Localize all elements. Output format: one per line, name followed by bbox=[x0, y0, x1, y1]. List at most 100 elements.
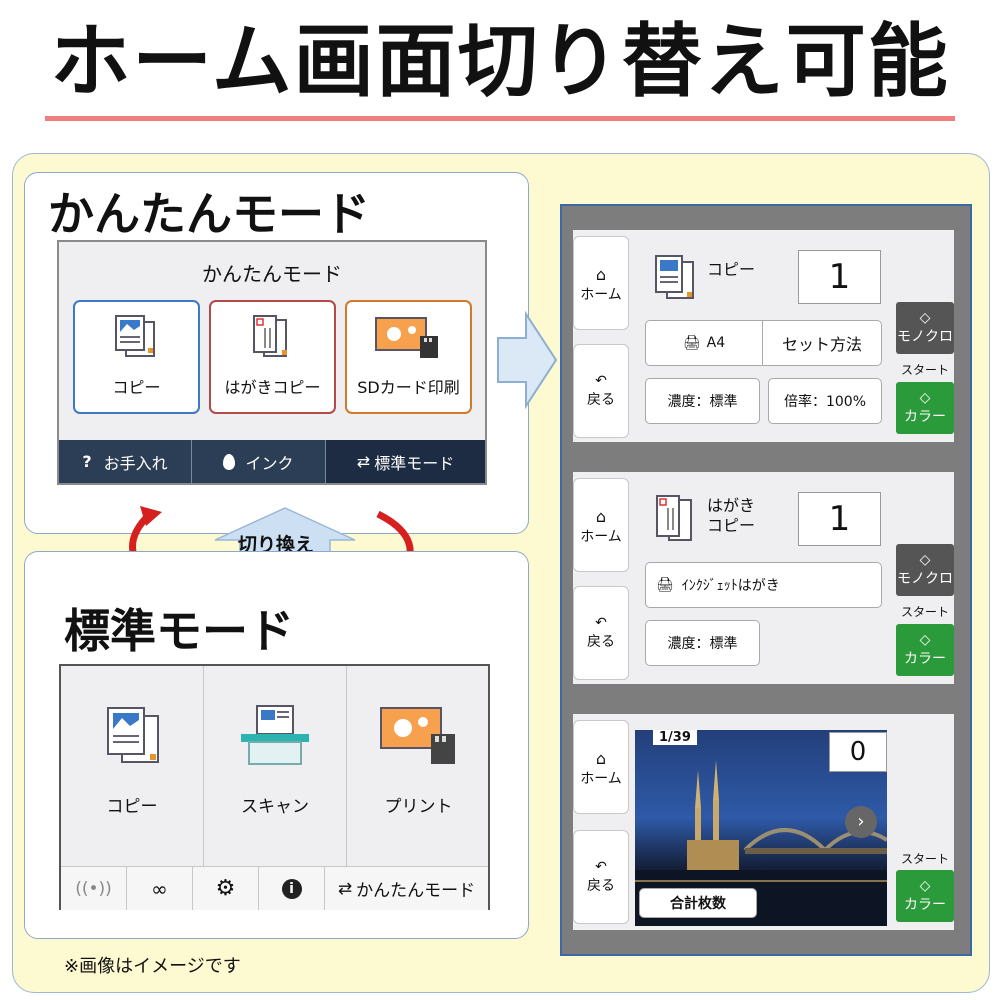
copy-icon bbox=[114, 315, 155, 357]
ink-button[interactable]: インク bbox=[192, 440, 326, 483]
color-start-button[interactable]: ◇ カラー bbox=[896, 382, 954, 434]
right-arrow-icon bbox=[497, 310, 558, 410]
density-button[interactable]: 濃度：標準 bbox=[645, 620, 760, 666]
simple-mode-label: かんたんモード bbox=[356, 881, 476, 901]
sd-card-print-tile[interactable]: SDカード印刷 bbox=[345, 300, 472, 414]
start-label: スタート bbox=[900, 363, 949, 377]
simple-mode-heading: かんたんモード bbox=[48, 187, 370, 241]
page-title: ホーム画面切り替え可能 bbox=[50, 15, 950, 108]
info-button[interactable]: i bbox=[259, 867, 325, 910]
gear-icon: ⚙ bbox=[215, 876, 236, 901]
maintenance-button[interactable]: ? お手入れ bbox=[59, 440, 192, 483]
wireless-button[interactable]: ((•)) bbox=[61, 867, 127, 910]
start-icon: ◇ bbox=[919, 632, 931, 648]
wireless-off-icon: ((•)) bbox=[75, 878, 112, 899]
back-button[interactable]: ↶ 戻る bbox=[573, 344, 629, 438]
total-count-button[interactable]: 合計枚数 bbox=[639, 888, 757, 918]
print-photo-icon bbox=[379, 707, 455, 764]
copy-screen-title: コピー bbox=[707, 260, 756, 279]
page-indicator: 1/39 bbox=[653, 730, 697, 745]
paper-type-label: ｲﾝｸｼﾞｪｯﾄはがき bbox=[681, 578, 780, 594]
home-button[interactable]: ⌂ ホーム bbox=[573, 720, 629, 814]
start-icon: ◇ bbox=[919, 390, 931, 406]
paper-size-label: A4 bbox=[706, 335, 726, 351]
paper-size-button[interactable]: 🖨 A4 bbox=[645, 320, 763, 366]
standard-mode-heading: 標準モード bbox=[64, 604, 294, 658]
set-method-button[interactable]: セット方法 bbox=[762, 320, 882, 366]
back-button[interactable]: ↶ 戻る bbox=[573, 586, 629, 680]
scan-tile[interactable]: スキャン bbox=[204, 666, 347, 866]
copy-icon bbox=[655, 255, 694, 299]
back-label: 戻る bbox=[587, 878, 615, 894]
sd-card-print-label: SDカード印刷 bbox=[357, 378, 460, 397]
postcard-copy-tile[interactable]: はがきコピー bbox=[209, 300, 336, 414]
photo-count[interactable]: 0 bbox=[829, 732, 887, 772]
back-label: 戻る bbox=[587, 392, 615, 408]
home-icon: ⌂ bbox=[595, 749, 607, 768]
copy-count[interactable]: 1 bbox=[798, 250, 881, 304]
color-label: カラー bbox=[904, 409, 946, 425]
std-copy-label: コピー bbox=[106, 797, 158, 817]
next-arrow-icon[interactable]: › bbox=[845, 806, 877, 838]
postcard-copy-icon bbox=[252, 315, 287, 357]
home-label: ホーム bbox=[580, 529, 622, 545]
mono-start-button[interactable]: ◇ モノクロ bbox=[896, 544, 954, 596]
switch-icon: ⇄ bbox=[356, 452, 371, 471]
link-icon: ∞ bbox=[151, 876, 168, 901]
standard-mode-label: 標準モード bbox=[374, 453, 455, 473]
link-button[interactable]: ∞ bbox=[127, 867, 193, 910]
start-icon: ◇ bbox=[919, 310, 931, 326]
simple-mode-button[interactable]: ⇄ かんたんモード bbox=[325, 867, 488, 910]
simple-mode-bottom-bar: ? お手入れ インク ⇄ 標準モード bbox=[59, 440, 485, 483]
copy-screen: ⌂ ホーム ↶ 戻る コピー 1 🖨 A4 セット方法 濃度：標準 倍率：100% ◇… bbox=[573, 230, 954, 442]
photo-print-screen: ⌂ ホーム ↶ 戻る 1/39 0 › 合計枚数 スタート ◇ カラー bbox=[573, 714, 954, 930]
settings-button[interactable]: ⚙ bbox=[193, 867, 259, 910]
std-copy-tile[interactable]: コピー bbox=[61, 666, 204, 866]
postcard-screen-title: はがき コピー bbox=[707, 496, 755, 536]
title-underline bbox=[45, 116, 955, 121]
back-button[interactable]: ↶ 戻る bbox=[573, 830, 629, 924]
start-icon: ◇ bbox=[919, 552, 931, 568]
back-icon: ↶ bbox=[595, 615, 607, 631]
switch-icon: ⇄ bbox=[337, 878, 353, 899]
copy-icon bbox=[107, 707, 159, 763]
home-button[interactable]: ⌂ ホーム bbox=[573, 478, 629, 572]
printer-icon: 🖨 bbox=[656, 577, 674, 593]
print-label: プリント bbox=[384, 797, 453, 817]
back-label: 戻る bbox=[587, 634, 615, 650]
question-icon: ? bbox=[82, 452, 92, 471]
standard-mode-button[interactable]: ⇄ 標準モード bbox=[326, 440, 485, 483]
home-icon: ⌂ bbox=[595, 507, 607, 526]
title-line2: コピー bbox=[707, 516, 756, 535]
mono-start-button[interactable]: ◇ モノクロ bbox=[896, 302, 954, 354]
ink-drop-icon bbox=[223, 453, 236, 470]
density-button[interactable]: 濃度：標準 bbox=[645, 378, 760, 424]
sd-photo-icon bbox=[374, 317, 438, 358]
color-label: カラー bbox=[904, 897, 946, 913]
screen-title: かんたんモード bbox=[202, 262, 342, 286]
back-icon: ↶ bbox=[595, 373, 607, 389]
home-label: ホーム bbox=[580, 287, 622, 303]
home-button[interactable]: ⌂ ホーム bbox=[573, 236, 629, 330]
start-label: スタート bbox=[900, 605, 949, 619]
start-label: スタート bbox=[900, 852, 949, 866]
copy-tile[interactable]: コピー bbox=[73, 300, 200, 414]
printer-icon: 🖨 bbox=[682, 335, 701, 351]
home-icon: ⌂ bbox=[595, 265, 607, 284]
color-start-button[interactable]: ◇ カラー bbox=[896, 870, 954, 922]
maintenance-label: お手入れ bbox=[103, 453, 168, 473]
standard-mode-screen: コピー スキャン プリント ((•)) ∞ ⚙ i ⇄ かんたんモード bbox=[59, 664, 490, 910]
start-icon: ◇ bbox=[919, 878, 931, 894]
color-label: カラー bbox=[904, 651, 946, 667]
standard-mode-bottom-bar: ((•)) ∞ ⚙ i ⇄ かんたんモード bbox=[61, 866, 488, 910]
scan-label: スキャン bbox=[241, 797, 309, 817]
paper-type-button[interactable]: 🖨 ｲﾝｸｼﾞｪｯﾄはがき bbox=[645, 562, 882, 608]
ink-label: インク bbox=[245, 453, 294, 473]
simple-mode-screen: かんたんモード コピー はがきコピー SDカード印刷 ? お手入れ インク ⇄ 標準… bbox=[57, 240, 487, 485]
scan-icon bbox=[241, 705, 309, 765]
ratio-button[interactable]: 倍率：100% bbox=[768, 378, 882, 424]
postcard-count[interactable]: 1 bbox=[798, 492, 881, 546]
title-line1: はがき bbox=[707, 496, 756, 515]
print-tile[interactable]: プリント bbox=[347, 666, 490, 866]
color-start-button[interactable]: ◇ カラー bbox=[896, 624, 954, 676]
